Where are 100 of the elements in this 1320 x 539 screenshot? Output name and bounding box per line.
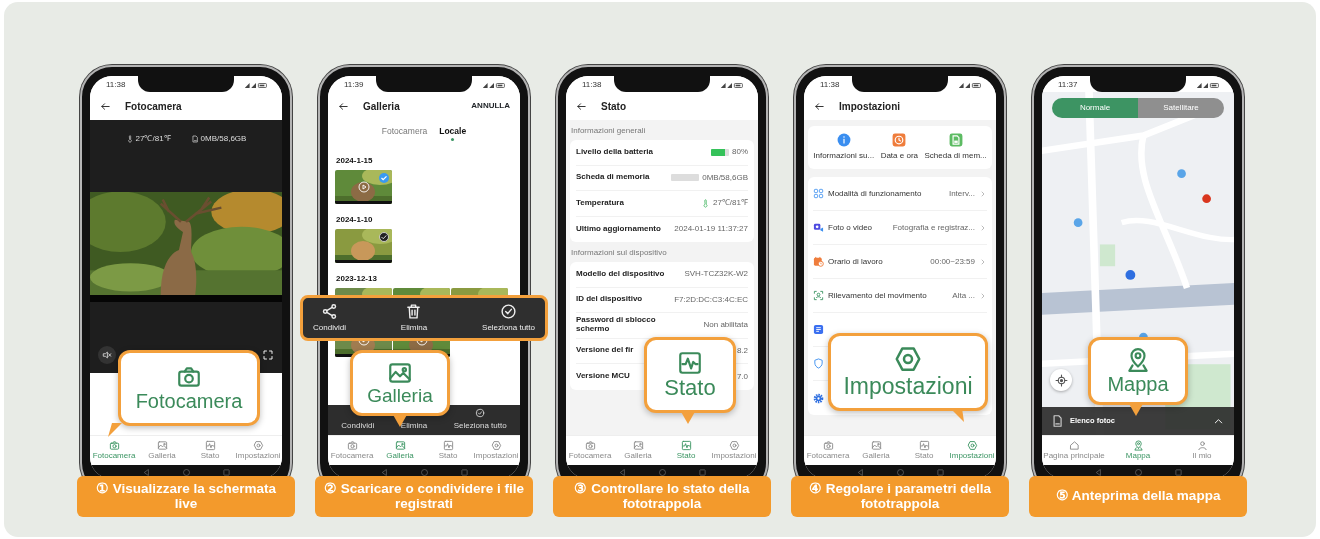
storage-bar	[671, 174, 700, 182]
mute-icon	[102, 350, 112, 360]
cancel-button[interactable]: ANNULLA	[471, 100, 510, 112]
screen-title: Galleria	[363, 99, 400, 114]
nav-tab[interactable]: Stato	[662, 436, 710, 465]
setting-value: Fotografia e registraz...	[892, 221, 975, 234]
recents-icon[interactable]	[935, 467, 945, 477]
back-icon[interactable]	[1093, 467, 1103, 477]
thermometer-icon	[125, 135, 134, 143]
home-button-icon[interactable]	[181, 467, 191, 477]
text-lines-icon	[813, 324, 824, 335]
row-label: Versione del fir	[576, 346, 634, 356]
back-icon[interactable]	[141, 467, 151, 477]
nav-tab[interactable]: Pagina principale	[1042, 436, 1106, 465]
nav-tab[interactable]: Stato	[900, 436, 948, 465]
person-icon	[1196, 440, 1208, 451]
nav-tab[interactable]: Il mio	[1170, 436, 1234, 465]
action-button[interactable]: Seleziona tutto	[482, 302, 535, 334]
screen-title: Fotocamera	[125, 99, 182, 114]
action-button[interactable]: Condividi	[341, 420, 375, 432]
caption-banner: ① Visualizzare la schermata live	[77, 476, 295, 517]
nav-tab[interactable]: Impostazioni	[472, 436, 520, 465]
nav-tab[interactable]: Stato	[424, 436, 472, 465]
back-icon[interactable]	[617, 467, 627, 477]
nav-tab[interactable]: Galleria	[376, 436, 424, 465]
clock-icon	[892, 133, 907, 147]
callout-label: Stato	[664, 375, 716, 401]
date-heading: 2023-12-13	[335, 272, 378, 285]
recents-icon[interactable]	[459, 467, 469, 477]
gallery-tab[interactable]: Fotocamera	[381, 125, 428, 141]
back-icon[interactable]	[855, 467, 865, 477]
nav-tab[interactable]: Stato	[186, 436, 234, 465]
home-button-icon[interactable]	[657, 467, 667, 477]
setting-value: Alta ...	[952, 289, 975, 302]
mute-button[interactable]	[98, 346, 116, 364]
camera-icon	[176, 364, 202, 390]
row-value: 0MB/58,6GB	[702, 171, 748, 184]
nav-tab[interactable]: Impostazioni	[710, 436, 758, 465]
action-button[interactable]: Elimina	[400, 302, 428, 334]
pulse-icon	[918, 440, 930, 451]
nav-tab[interactable]: Fotocamera	[566, 436, 614, 465]
camera-icon	[822, 440, 834, 451]
row-label: Livello della batteria	[576, 147, 653, 157]
setting-label: Rilevamento del movimento	[828, 289, 927, 302]
select-checkbox[interactable]	[379, 172, 389, 183]
status-time: 11:38	[582, 79, 602, 91]
status-time: 11:39	[344, 79, 364, 91]
settings-icon	[252, 440, 264, 451]
row-value: SVH-TCZ32K-W2	[684, 268, 748, 281]
shortcut-button[interactable]: Data e ora	[880, 133, 918, 162]
back-icon[interactable]	[379, 467, 389, 477]
nav-tab[interactable]: Galleria	[852, 436, 900, 465]
select-checkbox[interactable]	[379, 231, 389, 242]
nav-tab[interactable]: Galleria	[614, 436, 662, 465]
signal-battery-icon	[1196, 81, 1220, 89]
info-icon	[836, 133, 851, 147]
caption-banner: ③ Controllare lo stato della fototrappola	[553, 476, 771, 517]
nav-tab[interactable]: Fotocamera	[90, 436, 138, 465]
date-heading: 2024-1-15	[335, 154, 374, 167]
gallery-tab[interactable]: Locale	[439, 125, 467, 141]
home-button-icon[interactable]	[895, 467, 905, 477]
back-button[interactable]	[100, 100, 111, 112]
action-button[interactable]: Condividi	[313, 302, 346, 334]
date-heading: 2024-1-10	[335, 213, 374, 226]
back-button[interactable]	[338, 100, 349, 112]
map-type-tab[interactable]: Satellitare	[1138, 98, 1224, 118]
nav-tab[interactable]: Impostazioni	[948, 436, 996, 465]
recents-icon[interactable]	[697, 467, 707, 477]
shortcut-button[interactable]: Scheda di mem...	[924, 133, 987, 162]
shortcut-button[interactable]: Informazioni su...	[813, 133, 875, 162]
home-button-icon[interactable]	[419, 467, 429, 477]
nav-tab[interactable]: Mappa	[1106, 436, 1170, 465]
map-type-tab[interactable]: Normale	[1052, 98, 1138, 118]
fullscreen-button[interactable]	[262, 349, 274, 361]
signal-battery-icon	[958, 81, 982, 89]
nav-tab[interactable]: Galleria	[138, 436, 186, 465]
setting-value: 00:00~23:59	[930, 255, 975, 268]
back-button[interactable]	[814, 100, 825, 112]
row-value: F7:2D:DC:C3:4C:EC	[674, 293, 748, 306]
pulse-icon	[677, 349, 703, 376]
pulse-icon	[204, 440, 216, 451]
setting-value: Interv...	[948, 187, 975, 200]
home-button-icon[interactable]	[1133, 467, 1143, 477]
map-pin-icon	[1132, 440, 1144, 451]
row-label: Ultimo aggiornamento	[576, 224, 661, 234]
nav-tab[interactable]: Fotocamera	[804, 436, 852, 465]
status-time: 11:38	[820, 79, 840, 91]
image-icon	[632, 440, 644, 451]
back-button[interactable]	[576, 100, 587, 112]
settings-icon	[490, 440, 502, 451]
memory-card-icon	[190, 135, 199, 143]
action-button[interactable]: Seleziona tutto	[453, 408, 507, 432]
camera-icon	[108, 440, 120, 451]
nav-tab[interactable]: Impostazioni	[234, 436, 282, 465]
recents-icon[interactable]	[221, 467, 231, 477]
caption-banner: ④ Regolare i parametri della fototrappola	[791, 476, 1009, 517]
nav-tab[interactable]: Fotocamera	[328, 436, 376, 465]
row-label: Scheda di memoria	[576, 173, 650, 183]
check-circle-icon	[500, 302, 517, 320]
recents-icon[interactable]	[1173, 467, 1183, 477]
